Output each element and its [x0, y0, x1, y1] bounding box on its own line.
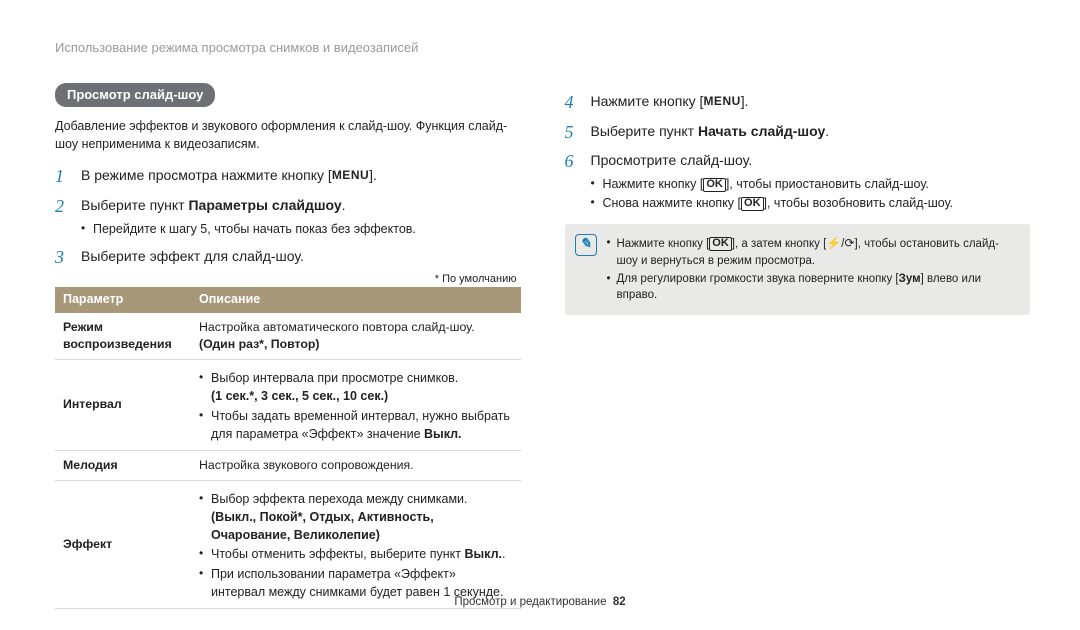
steps-left: В режиме просмотра нажмите кнопку [MENU]…: [55, 165, 521, 267]
page-footer: Просмотр и редактирование 82: [0, 596, 1080, 608]
footer-page: 82: [613, 596, 626, 608]
step-6-text: Просмотрите слайд-шоу.: [591, 152, 753, 168]
param-desc-bold: (Один раз*, Повтор): [199, 337, 320, 351]
param-bullet-bold: (Выкл., Покой*, Отдых, Активность, Очаро…: [211, 510, 434, 542]
param-bullet: Выбор интервала при просмотре снимков. (…: [199, 369, 513, 405]
footer-section: Просмотр и редактирование: [454, 596, 606, 608]
param-bullet-text: Выбор интервала при просмотре снимков.: [211, 371, 458, 385]
section-chip: Просмотр слайд-шоу: [55, 83, 215, 107]
step-1-text-b: ].: [369, 167, 377, 183]
flash-icon: ⚡: [826, 235, 841, 252]
step-5-text-c: .: [825, 123, 829, 139]
steps-right: Нажмите кнопку [MENU]. Выберите пункт На…: [565, 91, 1031, 212]
two-column-layout: Просмотр слайд-шоу Добавление эффектов и…: [55, 83, 1030, 609]
table-header-param: Параметр: [55, 287, 191, 313]
step-2-text-c: .: [342, 197, 346, 213]
left-column: Просмотр слайд-шоу Добавление эффектов и…: [55, 83, 521, 609]
note-item-2: Для регулировки громкости звука повернит…: [607, 271, 1019, 304]
sub-text: Нажмите кнопку [: [603, 177, 704, 191]
table-header-desc: Описание: [191, 287, 521, 313]
step-5-bold: Начать слайд-шоу: [698, 123, 825, 139]
table-row: Эффект Выбор эффекта перехода между сним…: [55, 481, 521, 609]
note-icon: ✎: [575, 234, 597, 256]
params-table: Параметр Описание Режим воспроизведения …: [55, 287, 521, 608]
note-list: Нажмите кнопку [OK], а затем кнопку [⚡/⟳…: [607, 234, 1019, 305]
step-2-text-a: Выберите пункт: [81, 197, 188, 213]
step-3: Выберите эффект для слайд-шоу.: [55, 246, 521, 268]
note-text: ], а затем кнопку [: [732, 238, 827, 250]
param-bullet: Чтобы задать временной интервал, нужно в…: [199, 407, 513, 443]
param-desc: Настройка автоматического повтора слайд-…: [191, 313, 521, 360]
step-2-bold: Параметры слайдшоу: [188, 197, 341, 213]
table-row: Мелодия Настройка звукового сопровождени…: [55, 450, 521, 480]
step-6-sub-2: Снова нажмите кнопку [OK], чтобы возобно…: [591, 194, 1031, 212]
step-4-text-a: Нажмите кнопку [: [591, 93, 704, 109]
param-bullet-text: Выбор эффекта перехода между снимками.: [211, 492, 468, 506]
note-box: ✎ Нажмите кнопку [OK], а затем кнопку [⚡…: [565, 224, 1031, 315]
param-desc-text: Настройка автоматического повтора слайд-…: [199, 320, 475, 334]
note-bold: Зум: [899, 273, 921, 285]
sub-text: ], чтобы возобновить слайд-шоу.: [764, 196, 954, 210]
step-2-sub-1: Перейдите к шагу 5, чтобы начать показ б…: [81, 220, 521, 238]
sub-text: ], чтобы приостановить слайд-шоу.: [726, 177, 929, 191]
param-desc: Настройка звукового сопровождения.: [191, 450, 521, 480]
default-note: * По умолчанию: [55, 273, 517, 285]
param-bullet-text: Чтобы задать временной интервал, нужно в…: [211, 409, 510, 441]
step-1-text-a: В режиме просмотра нажмите кнопку [: [81, 167, 332, 183]
manual-page: Использование режима просмотра снимков и…: [0, 0, 1080, 630]
param-name: Эффект: [55, 481, 191, 609]
step-6-sub-1: Нажмите кнопку [OK], чтобы приостановить…: [591, 175, 1031, 193]
param-bullet: Чтобы отменить эффекты, выберите пункт В…: [199, 545, 513, 563]
note-text: Для регулировки громкости звука повернит…: [617, 273, 899, 285]
right-column: Нажмите кнопку [MENU]. Выберите пункт На…: [565, 83, 1031, 609]
param-bullet-bold: Выкл.: [464, 547, 502, 561]
ok-icon: OK: [709, 237, 732, 251]
note-item-1: Нажмите кнопку [OK], а затем кнопку [⚡/⟳…: [607, 235, 1019, 269]
breadcrumb: Использование режима просмотра снимков и…: [55, 40, 1030, 55]
step-2-sub: Перейдите к шагу 5, чтобы начать показ б…: [81, 220, 521, 238]
param-desc: Выбор интервала при просмотре снимков. (…: [191, 360, 521, 451]
step-6: Просмотрите слайд-шоу. Нажмите кнопку [O…: [565, 150, 1031, 212]
param-bullet-tail: .: [502, 547, 505, 561]
param-bullet: Выбор эффекта перехода между снимками. (…: [199, 490, 513, 544]
menu-icon: MENU: [703, 92, 740, 111]
param-name: Мелодия: [55, 450, 191, 480]
param-desc: Выбор эффекта перехода между снимками. (…: [191, 481, 521, 609]
note-text: Нажмите кнопку [: [617, 238, 710, 250]
step-4: Нажмите кнопку [MENU].: [565, 91, 1031, 113]
param-bullet-bold: (1 сек.*, 3 сек., 5 сек., 10 сек.): [211, 389, 388, 403]
step-5: Выберите пункт Начать слайд-шоу.: [565, 121, 1031, 143]
param-name: Режим воспроизведения: [55, 313, 191, 360]
section-lead: Добавление эффектов и звукового оформлен…: [55, 117, 521, 153]
table-row: Интервал Выбор интервала при просмотре с…: [55, 360, 521, 451]
menu-icon: MENU: [332, 166, 369, 185]
step-5-text-a: Выберите пункт: [591, 123, 698, 139]
timer-icon: ⟳: [844, 235, 854, 252]
step-1: В режиме просмотра нажмите кнопку [MENU]…: [55, 165, 521, 187]
sub-text: Снова нажмите кнопку [: [603, 196, 742, 210]
param-name: Интервал: [55, 360, 191, 451]
param-bullet-bold: Выкл.: [424, 427, 462, 441]
ok-icon: OK: [741, 197, 764, 211]
ok-icon: OK: [703, 178, 726, 192]
step-2: Выберите пункт Параметры слайдшоу. Перей…: [55, 195, 521, 238]
step-4-text-b: ].: [741, 93, 749, 109]
param-bullet-text: Чтобы отменить эффекты, выберите пункт: [211, 547, 464, 561]
step-6-sub: Нажмите кнопку [OK], чтобы приостановить…: [591, 175, 1031, 212]
table-row: Режим воспроизведения Настройка автомати…: [55, 313, 521, 360]
